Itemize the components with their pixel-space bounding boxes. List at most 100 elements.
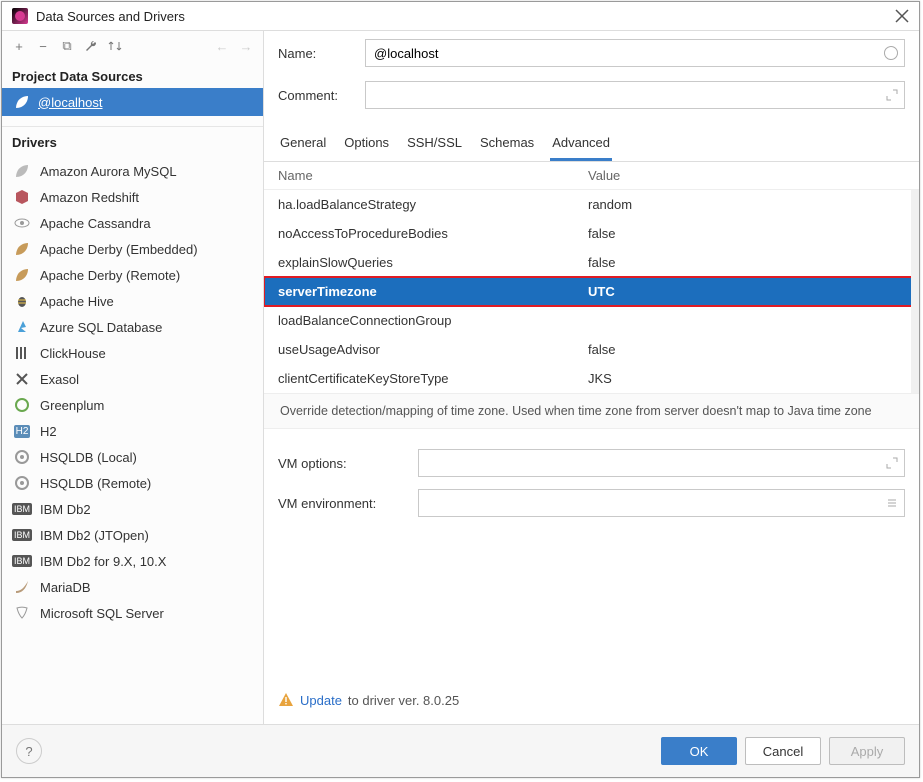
azure-icon <box>14 319 30 335</box>
ok-button[interactable]: OK <box>661 737 737 765</box>
eye-icon <box>14 215 30 231</box>
driver-item[interactable]: Apache Cassandra <box>2 210 263 236</box>
property-name: noAccessToProcedureBodies <box>278 226 588 241</box>
driver-label: IBM Db2 <box>40 502 91 517</box>
h2-icon: H2 <box>14 423 30 439</box>
help-button[interactable]: ? <box>16 738 42 764</box>
ibm-icon: IBM <box>14 501 30 517</box>
tab-options[interactable]: Options <box>342 131 391 161</box>
driver-item[interactable]: Amazon Redshift <box>2 184 263 210</box>
close-icon[interactable] <box>895 9 909 23</box>
property-name: loadBalanceConnectionGroup <box>278 313 588 328</box>
expand-icon[interactable] <box>886 89 898 101</box>
dialog-footer: ? OK Cancel Apply <box>2 724 919 777</box>
driver-item[interactable]: Exasol <box>2 366 263 392</box>
driver-item[interactable]: Apache Derby (Embedded) <box>2 236 263 262</box>
project-data-sources-title: Project Data Sources <box>2 61 263 88</box>
vm-options-input[interactable] <box>418 449 905 477</box>
driver-item[interactable]: HSQLDB (Local) <box>2 444 263 470</box>
property-value: false <box>588 255 615 270</box>
driver-item[interactable]: MariaDB <box>2 574 263 600</box>
back-button[interactable]: ← <box>213 37 231 55</box>
sort-button[interactable] <box>106 37 124 55</box>
vm-env-label: VM environment: <box>278 496 408 511</box>
tab-general[interactable]: General <box>278 131 328 161</box>
property-value: random <box>588 197 632 212</box>
property-name: clientCertificateKeyStoreType <box>278 371 588 386</box>
scrollbar[interactable] <box>911 190 919 393</box>
property-row[interactable]: explainSlowQueriesfalse <box>264 248 919 277</box>
property-list[interactable]: ha.loadBalanceStrategyrandomnoAccessToPr… <box>264 190 919 393</box>
comment-row: Comment: <box>264 73 919 115</box>
property-row[interactable]: serverTimezoneUTC <box>264 277 919 306</box>
driver-label: H2 <box>40 424 57 439</box>
update-link[interactable]: Update <box>300 693 342 708</box>
driver-item[interactable]: Greenplum <box>2 392 263 418</box>
x-icon <box>14 371 30 387</box>
property-row[interactable]: ha.loadBalanceStrategyrandom <box>264 190 919 219</box>
driver-label: Apache Cassandra <box>40 216 151 231</box>
remove-button[interactable]: − <box>34 37 52 55</box>
list-icon[interactable] <box>886 497 898 509</box>
property-value: UTC <box>588 284 615 299</box>
driver-item[interactable]: H2 H2 <box>2 418 263 444</box>
property-row[interactable]: useUsageAdvisorfalse <box>264 335 919 364</box>
property-value: JKS <box>588 371 612 386</box>
tab-schemas[interactable]: Schemas <box>478 131 536 161</box>
apply-button[interactable]: Apply <box>829 737 905 765</box>
driver-item[interactable]: IBM IBM Db2 <box>2 496 263 522</box>
wrench-button[interactable] <box>82 37 100 55</box>
hs-icon <box>14 475 30 491</box>
vm-env-input[interactable] <box>418 489 905 517</box>
feather-icon <box>14 94 30 110</box>
driver-label: HSQLDB (Local) <box>40 450 137 465</box>
driver-item[interactable]: Apache Derby (Remote) <box>2 262 263 288</box>
data-source-item[interactable]: @localhost <box>2 88 263 116</box>
update-text: to driver ver. 8.0.25 <box>348 693 459 708</box>
driver-item[interactable]: IBMIBM Db2 for 9.X, 10.X <box>2 548 263 574</box>
window-title: Data Sources and Drivers <box>36 9 895 24</box>
driver-label: Apache Hive <box>40 294 114 309</box>
color-circle-icon[interactable] <box>884 46 898 60</box>
drivers-list[interactable]: Amazon Aurora MySQL Amazon Redshift Apache… <box>2 154 263 724</box>
comment-input[interactable] <box>365 81 905 109</box>
name-label: Name: <box>278 46 353 61</box>
expand-icon[interactable] <box>886 457 898 469</box>
driver-item[interactable]: IBMIBM Db2 (JTOpen) <box>2 522 263 548</box>
tab-sshssl[interactable]: SSH/SSL <box>405 131 464 161</box>
header-value: Value <box>588 168 620 183</box>
bars-icon <box>14 345 30 361</box>
property-value: false <box>588 342 615 357</box>
driver-label: Apache Derby (Embedded) <box>40 242 198 257</box>
property-row[interactable]: loadBalanceConnectionGroup <box>264 306 919 335</box>
add-button[interactable]: + <box>10 37 28 55</box>
comment-label: Comment: <box>278 88 353 103</box>
header-name: Name <box>278 168 588 183</box>
driver-item[interactable]: Amazon Aurora MySQL <box>2 158 263 184</box>
maria-icon <box>14 579 30 595</box>
warning-icon <box>278 692 294 708</box>
vm-options-label: VM options: <box>278 456 408 471</box>
driver-item[interactable]: HSQLDB (Remote) <box>2 470 263 496</box>
driver-item[interactable]: Azure SQL Database <box>2 314 263 340</box>
driver-item[interactable]: ClickHouse <box>2 340 263 366</box>
app-icon <box>12 8 28 24</box>
property-name: ha.loadBalanceStrategy <box>278 197 588 212</box>
driver-label: ClickHouse <box>40 346 106 361</box>
name-input[interactable]: @localhost <box>365 39 905 67</box>
driver-item[interactable]: Apache Hive <box>2 288 263 314</box>
property-header: Name Value <box>264 162 919 190</box>
property-value: false <box>588 226 615 241</box>
name-value: @localhost <box>374 46 439 61</box>
cancel-button[interactable]: Cancel <box>745 737 821 765</box>
driver-label: Exasol <box>40 372 79 387</box>
tab-advanced[interactable]: Advanced <box>550 131 612 161</box>
copy-button[interactable]: ⧉ <box>58 37 76 55</box>
driver-label: Greenplum <box>40 398 104 413</box>
driver-label: Amazon Aurora MySQL <box>40 164 177 179</box>
property-row[interactable]: noAccessToProcedureBodiesfalse <box>264 219 919 248</box>
left-toolbar: + − ⧉ ← → <box>2 31 263 61</box>
driver-item[interactable]: Microsoft SQL Server <box>2 600 263 626</box>
property-row[interactable]: clientCertificateKeyStoreTypeJKS <box>264 364 919 393</box>
forward-button[interactable]: → <box>237 37 255 55</box>
